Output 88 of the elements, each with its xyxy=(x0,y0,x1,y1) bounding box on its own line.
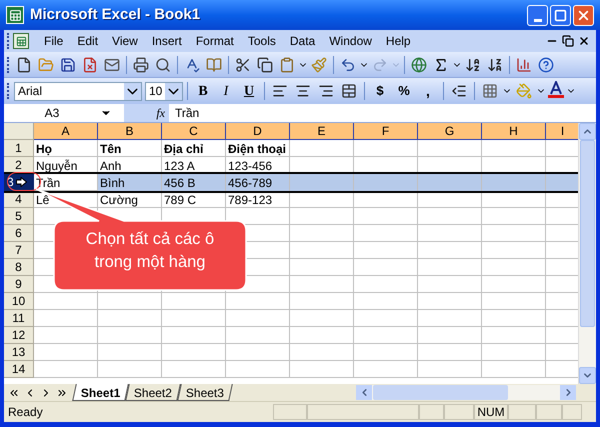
table-cell[interactable]: Điện thoại xyxy=(226,140,290,157)
italic-button[interactable]: I xyxy=(215,80,237,102)
menu-item[interactable]: View xyxy=(105,31,145,51)
row-header[interactable]: 12 xyxy=(4,327,34,344)
close-button[interactable] xyxy=(573,4,594,26)
dropdown-icon xyxy=(165,82,182,100)
row-header[interactable]: 5 xyxy=(4,208,34,225)
num-lock-indicator: NUM xyxy=(474,404,508,420)
column-header[interactable]: G xyxy=(418,123,482,140)
column-header[interactable]: A xyxy=(34,123,98,140)
menu-item[interactable]: Window xyxy=(322,31,379,51)
table-cell[interactable]: 123 A xyxy=(162,157,226,174)
table-cell[interactable]: Địa chỉ xyxy=(162,140,226,157)
column-header[interactable]: B xyxy=(98,123,162,140)
selected-cell[interactable] xyxy=(546,174,578,191)
menu-item[interactable]: Insert xyxy=(144,31,189,51)
column-header[interactable]: H xyxy=(482,123,546,140)
row-header[interactable]: 13 xyxy=(4,344,34,361)
menu-item[interactable]: Help xyxy=(378,31,418,51)
excel-logo-icon xyxy=(6,6,24,24)
font-size-dropdown[interactable]: 10 xyxy=(145,82,183,100)
menu-item[interactable]: Tools xyxy=(240,31,283,51)
table-cell[interactable]: Bình xyxy=(98,174,162,191)
menu-item[interactable]: Edit xyxy=(70,31,106,51)
underline-button[interactable]: U xyxy=(238,80,260,102)
workbook-icon xyxy=(13,33,29,49)
menu-item[interactable]: Data xyxy=(282,31,322,51)
column-header[interactable]: D xyxy=(226,123,290,140)
vertical-scrollbar[interactable] xyxy=(578,123,596,384)
scroll-thumb[interactable] xyxy=(373,385,508,400)
row-header[interactable]: 6 xyxy=(4,225,34,242)
close-icon[interactable] xyxy=(578,35,590,47)
restore-icon[interactable] xyxy=(562,35,574,47)
comma-button[interactable]: , xyxy=(417,80,439,102)
row-header[interactable]: 14 xyxy=(4,361,34,378)
formula-input[interactable]: Trần xyxy=(169,104,596,122)
maximize-icon xyxy=(554,8,567,22)
table-cell[interactable]: Tên xyxy=(98,140,162,157)
minimize-icon xyxy=(534,18,542,22)
table-cell[interactable]: 789 C xyxy=(162,191,226,208)
scroll-down-button[interactable] xyxy=(579,367,596,384)
table-cell[interactable]: Nguyễn xyxy=(34,157,98,174)
horizontal-scrollbar[interactable] xyxy=(356,385,576,400)
row-header[interactable]: 8 xyxy=(4,259,34,276)
scroll-thumb[interactable] xyxy=(580,140,595,327)
sheet-tab[interactable]: Sheet3 xyxy=(178,384,234,401)
selected-cell[interactable] xyxy=(482,174,546,191)
column-header[interactable]: F xyxy=(354,123,418,140)
maximize-button[interactable] xyxy=(550,4,571,26)
column-header[interactable]: I xyxy=(546,123,578,140)
row-header[interactable]: 7 xyxy=(4,242,34,259)
table-cell[interactable]: 456 B xyxy=(162,174,226,191)
status-text: Ready xyxy=(7,404,43,421)
selected-cell[interactable] xyxy=(418,174,482,191)
menu-item[interactable]: Format xyxy=(188,31,241,51)
table-cell[interactable]: 456-789 xyxy=(226,174,290,191)
table-cell[interactable]: Anh xyxy=(98,157,162,174)
row-header[interactable]: 2 xyxy=(4,157,34,174)
insert-function-label[interactable]: fx xyxy=(156,104,165,122)
scroll-up-button[interactable] xyxy=(579,123,596,140)
table-cell[interactable]: Họ xyxy=(34,140,98,157)
dropdown-icon xyxy=(124,82,141,100)
bold-button[interactable]: B xyxy=(192,80,214,102)
scroll-left-button[interactable] xyxy=(356,385,372,400)
callout-text: Chọn tất cả các ô trong một hàng xyxy=(84,229,216,273)
window-title: Microsoft Excel - Book1 xyxy=(30,4,200,25)
scroll-right-button[interactable] xyxy=(560,385,576,400)
menu-item[interactable]: File xyxy=(37,31,70,51)
font-dropdown[interactable]: Arial xyxy=(14,82,142,100)
selected-cell[interactable] xyxy=(290,174,354,191)
currency-button[interactable]: $ xyxy=(369,81,391,101)
table-cell[interactable]: Lê xyxy=(34,191,98,208)
sheet-tab[interactable]: Sheet1 xyxy=(72,384,130,401)
sheet-tab[interactable]: Sheet2 xyxy=(126,384,182,401)
selected-cell[interactable] xyxy=(354,174,418,191)
row-header[interactable]: 11 xyxy=(4,310,34,327)
cursor-arrow-icon xyxy=(16,177,27,187)
minimize-button[interactable] xyxy=(527,4,548,26)
table-cell[interactable]: 123-456 xyxy=(226,157,290,174)
row-header[interactable]: 9 xyxy=(4,276,34,293)
column-header[interactable]: C xyxy=(162,123,226,140)
row-header[interactable]: 10 xyxy=(4,293,34,310)
table-cell[interactable]: 789-123 xyxy=(226,191,290,208)
column-header[interactable]: E xyxy=(290,123,354,140)
row-header[interactable]: 1 xyxy=(4,140,34,157)
percent-button[interactable]: % xyxy=(392,81,416,101)
table-cell[interactable]: Cường xyxy=(98,191,162,208)
font-color-icon[interactable] xyxy=(547,81,565,101)
